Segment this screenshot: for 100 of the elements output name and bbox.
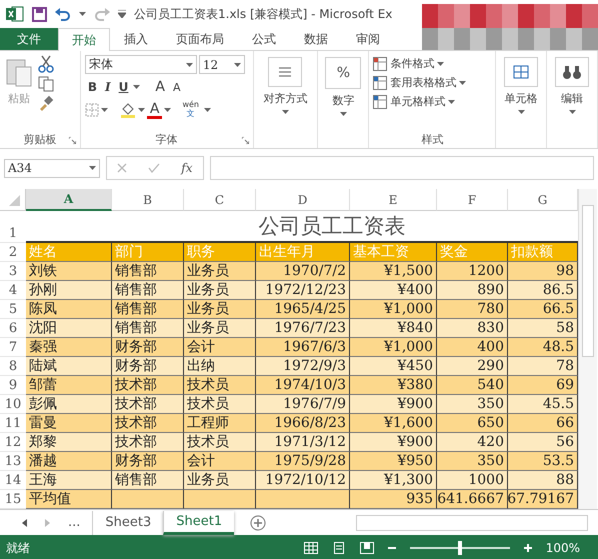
- normal-view-icon[interactable]: [304, 542, 318, 554]
- excel-logo-icon[interactable]: [6, 6, 24, 22]
- ribbon-tab[interactable]: 公式: [238, 28, 290, 50]
- ribbon-tab[interactable]: 审阅: [342, 28, 394, 50]
- table-cell: 陆斌: [26, 357, 112, 376]
- table-cell: 650: [437, 414, 508, 433]
- font-name-field[interactable]: 宋体: [84, 55, 197, 74]
- table-cell: 350: [437, 395, 508, 414]
- zoom-in-icon[interactable]: [524, 544, 532, 552]
- undo-icon[interactable]: [55, 7, 71, 21]
- ribbon-tab[interactable]: 页面布局: [162, 28, 238, 50]
- zoom-out-icon[interactable]: [388, 544, 396, 552]
- clipboard-icon: [6, 57, 32, 87]
- italic-button[interactable]: I: [102, 77, 114, 97]
- table-cell: 财务部: [112, 338, 184, 357]
- insert-function-button[interactable]: fx: [181, 161, 193, 175]
- name-box[interactable]: A34: [4, 158, 100, 178]
- formula-field[interactable]: [210, 156, 594, 180]
- dropdown-icon: [100, 108, 108, 112]
- table-cell: 290: [437, 357, 508, 376]
- table-cell: 技术部: [112, 433, 184, 452]
- page-break-icon[interactable]: [360, 542, 374, 554]
- number-button[interactable]: % 数字: [323, 55, 364, 148]
- ribbon-tab[interactable]: 开始: [58, 28, 110, 51]
- editing-button[interactable]: 编辑: [553, 55, 592, 148]
- table-cell: 1970/7/2: [256, 262, 350, 281]
- table-cell: 刘铁: [26, 262, 112, 281]
- zoom-slider-thumb[interactable]: [458, 541, 462, 555]
- table-cell: 业务员: [184, 262, 256, 281]
- column-header[interactable]: D: [256, 189, 350, 211]
- ribbon-tab[interactable]: 插入: [110, 28, 162, 50]
- table-cell: 66: [508, 414, 578, 433]
- ribbon-tab[interactable]: 数据: [290, 28, 342, 50]
- group-label: 剪贴板: [23, 132, 56, 146]
- scissors-icon[interactable]: [38, 55, 54, 73]
- font-color-button[interactable]: A: [146, 102, 162, 118]
- table-cell: 邹蕾: [26, 376, 112, 395]
- more-sheets-button[interactable]: ...: [68, 515, 80, 530]
- column-header[interactable]: G: [508, 189, 578, 211]
- row-header[interactable]: 1: [0, 211, 26, 243]
- shrink-font-button[interactable]: A: [170, 77, 184, 97]
- table-cell: ¥1,300: [350, 471, 437, 490]
- dropdown-icon: [204, 108, 211, 112]
- vertical-scrollbar[interactable]: [578, 189, 597, 509]
- table-cell: ¥900: [350, 395, 437, 414]
- table-cell: 财务部: [112, 452, 184, 471]
- table-cell: 1974/10/3: [256, 376, 350, 395]
- conditional-format-icon: [373, 56, 388, 70]
- horizontal-scrollbar[interactable]: [356, 514, 588, 530]
- table-cell: ¥400: [350, 281, 437, 300]
- table-cell: 1975/9/28: [256, 452, 350, 471]
- phonetic-button[interactable]: wén 文: [179, 100, 202, 120]
- table-cell: 1972/12/23: [256, 281, 350, 300]
- table-cell: 641.6667: [437, 490, 508, 509]
- table-cell: 350: [437, 452, 508, 471]
- add-sheet-icon[interactable]: [250, 514, 266, 530]
- style-menu-button[interactable]: 单元格样式: [373, 93, 492, 110]
- table-cell: 53.5: [508, 452, 578, 471]
- bold-button[interactable]: B: [84, 77, 100, 97]
- underline-button[interactable]: U: [116, 77, 132, 97]
- column-header[interactable]: B: [112, 189, 184, 211]
- save-icon[interactable]: [32, 6, 47, 22]
- table-cell: ¥1,500: [350, 262, 437, 281]
- column-header[interactable]: C: [184, 189, 256, 211]
- dropdown-icon: [448, 100, 456, 104]
- grow-font-button[interactable]: A: [152, 77, 168, 97]
- table-cell: ¥900: [350, 433, 437, 452]
- style-menu-button[interactable]: 套用表格格式: [373, 74, 492, 91]
- table-cell: 沈阳: [26, 319, 112, 338]
- customize-icon[interactable]: [118, 10, 126, 18]
- style-menu-button[interactable]: 条件格式: [373, 55, 492, 72]
- zoom-level[interactable]: 100%: [546, 541, 580, 555]
- table-cell: 平均值: [26, 490, 112, 509]
- page-layout-icon[interactable]: [332, 542, 346, 554]
- launcher-icon[interactable]: [242, 137, 249, 144]
- cell-style-icon: [373, 94, 388, 108]
- table-cell: 彭佩: [26, 395, 112, 414]
- launcher-icon[interactable]: [68, 137, 76, 144]
- column-header[interactable]: E: [350, 189, 437, 211]
- header-cell: 奖金: [437, 243, 508, 262]
- table-cell: 秦强: [26, 338, 112, 357]
- alignment-button[interactable]: 对齐方式: [261, 55, 310, 148]
- ribbon-tab[interactable]: 文件: [0, 28, 58, 50]
- dropdown-icon: [133, 85, 140, 89]
- fill-bucket-icon[interactable]: [120, 102, 136, 118]
- status-text: 就绪: [6, 540, 30, 556]
- sheet-tab[interactable]: Sheet1: [163, 510, 234, 534]
- previous-sheet-icon[interactable]: [22, 518, 27, 526]
- column-header[interactable]: F: [437, 189, 508, 211]
- font-size-field[interactable]: 12: [198, 55, 245, 74]
- dropdown-icon: [437, 62, 444, 66]
- cells-icon: [504, 57, 538, 87]
- copy-icon[interactable]: [38, 76, 54, 92]
- cells-button[interactable]: 单元格: [502, 55, 540, 148]
- brush-icon[interactable]: [38, 95, 54, 111]
- table-cell: ¥1,000: [350, 338, 437, 357]
- column-header[interactable]: A: [26, 189, 112, 211]
- table-cell: 技术员: [184, 376, 256, 395]
- table-cell: 业务员: [184, 471, 256, 490]
- table-cell: 销售部: [112, 319, 184, 338]
